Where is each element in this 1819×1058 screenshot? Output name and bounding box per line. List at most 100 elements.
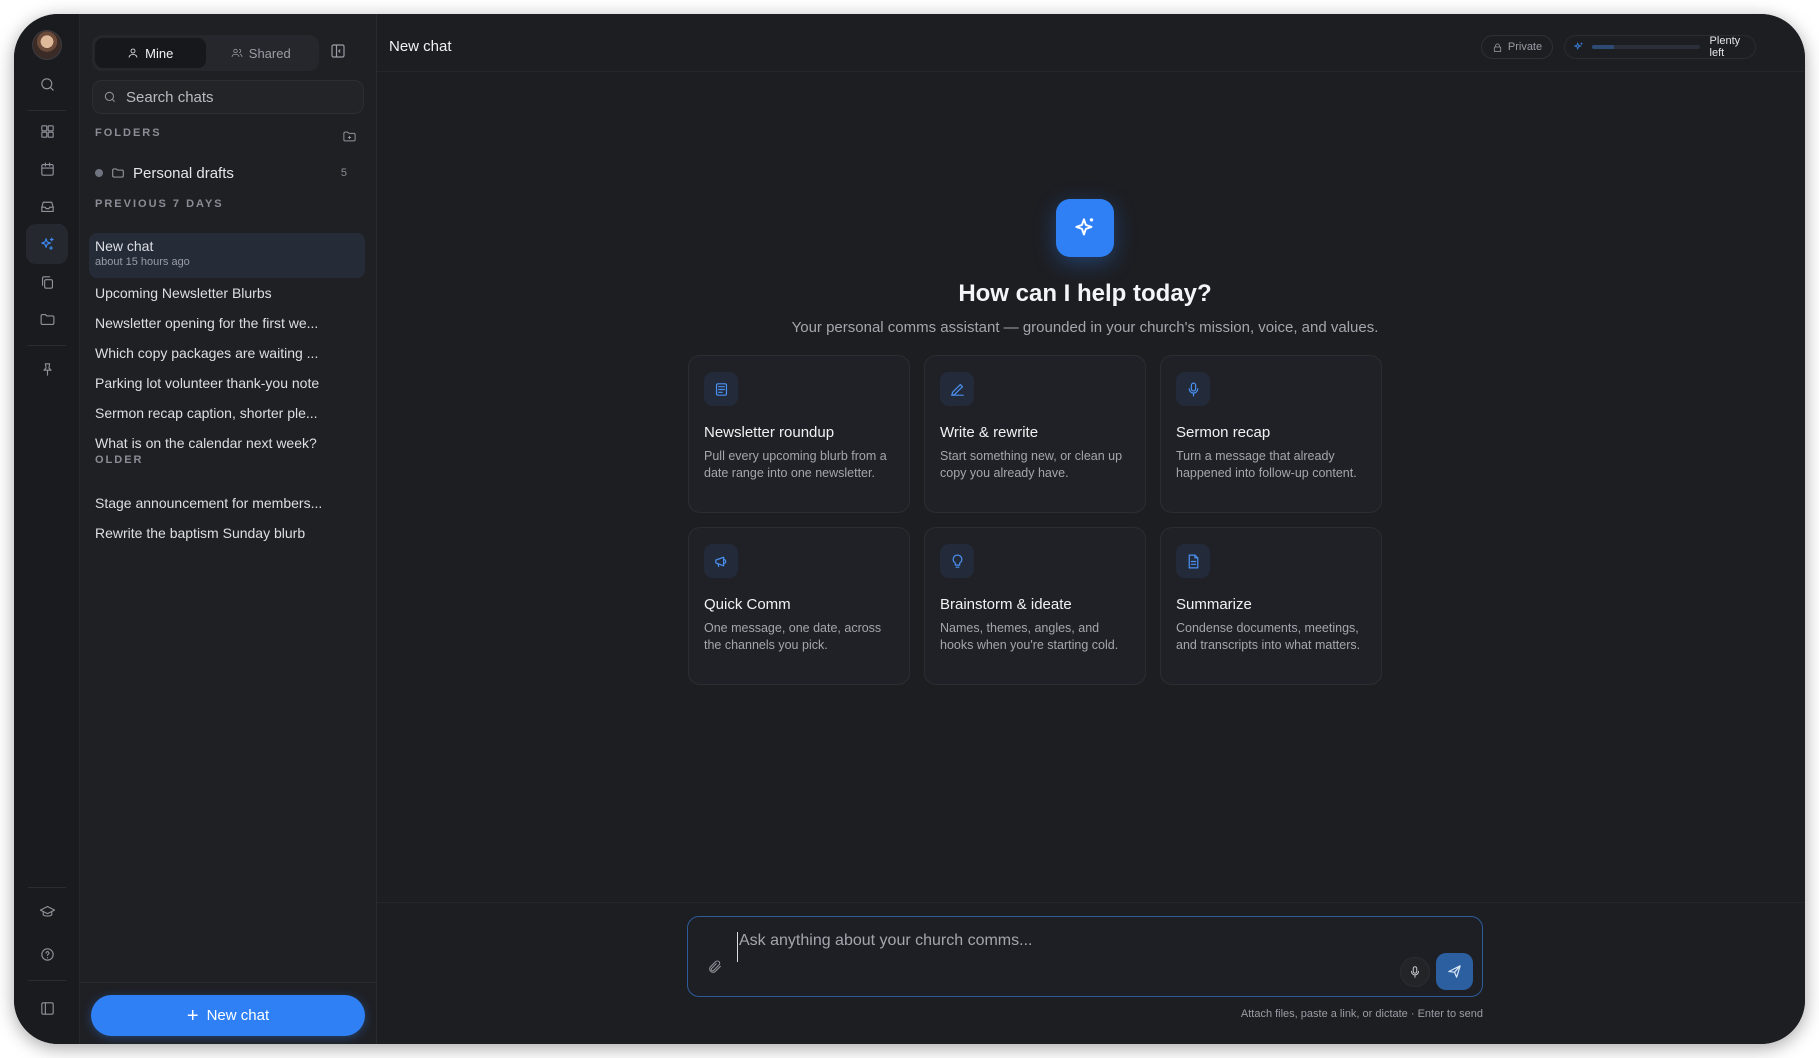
attach-button[interactable]: [707, 959, 727, 979]
tab-label: Mine: [145, 45, 174, 61]
folder-icon[interactable]: [26, 299, 68, 339]
search-chats[interactable]: [92, 80, 364, 114]
folder-count: 5: [340, 167, 347, 179]
folder-name: Personal drafts: [133, 164, 234, 182]
composer-hint: Attach files, paste a link, or dictate ·…: [1240, 1008, 1483, 1020]
lightbulb-icon: [940, 544, 974, 578]
send-button[interactable]: [1436, 953, 1473, 990]
privacy-label: Private: [1507, 41, 1543, 53]
panel-left-icon: [331, 44, 345, 58]
card-title: Sermon recap: [1176, 424, 1271, 441]
folder-plus-icon: [343, 131, 356, 142]
sparkle-icon: [1573, 42, 1583, 51]
card-description: Condense documents, meetings, and transc…: [1176, 621, 1361, 652]
pencil-icon: [940, 372, 974, 406]
send-icon: [1448, 965, 1461, 978]
chat-item[interactable]: Upcoming Newsletter Blurbs: [89, 282, 365, 304]
tab-shared[interactable]: Shared: [206, 38, 317, 68]
hero-subtitle: Your personal comms assistant — grounded…: [791, 319, 1379, 336]
chat-item[interactable]: Which copy packages are waiting ...: [89, 342, 365, 364]
sidebar-icon[interactable]: [26, 988, 68, 1028]
user-avatar[interactable]: [32, 30, 62, 60]
card-description: Pull every upcoming blurb from a date ra…: [704, 449, 887, 480]
inbox-icon[interactable]: [26, 186, 68, 226]
app-window: 12 Mine: [14, 14, 1805, 1044]
card-write-rewrite[interactable]: Write & rewrite Start something new, or …: [924, 355, 1146, 513]
card-description: Start something new, or clean up copy yo…: [940, 449, 1123, 480]
collapse-sidebar-button[interactable]: [329, 42, 351, 64]
card-title: Newsletter roundup: [704, 424, 835, 441]
top-bar: New chat Private Plenty left: [377, 14, 1805, 72]
chat-title: New chat: [95, 238, 154, 254]
new-folder-button[interactable]: [342, 129, 360, 147]
rail-divider: [28, 980, 66, 981]
plus-icon: +: [186, 1004, 199, 1027]
chat-item[interactable]: Stage announcement for members...: [89, 492, 365, 514]
card-title: Write & rewrite: [940, 424, 1039, 441]
card-description: Names, themes, angles, and hooks when yo…: [940, 621, 1119, 652]
document-icon: [1176, 544, 1210, 578]
card-brainstorm-ideate[interactable]: Brainstorm & ideate Names, themes, angle…: [924, 527, 1146, 685]
paperclip-icon: [709, 960, 721, 973]
copy-icon[interactable]: [26, 262, 68, 302]
card-quick-comm[interactable]: Quick Comm One message, one date, across…: [688, 527, 910, 685]
chat-item-active[interactable]: New chat about 15 hours ago: [89, 233, 365, 278]
card-description: One message, one date, across the channe…: [704, 621, 882, 652]
chat-item[interactable]: What is on the calendar next week?: [89, 432, 365, 454]
newspaper-icon: [704, 372, 738, 406]
card-title: Summarize: [1176, 596, 1252, 613]
chat-timestamp: about 15 hours ago: [95, 256, 190, 268]
rail-divider: [28, 887, 66, 888]
page-title: New chat: [389, 38, 452, 55]
sidebar-divider: [80, 982, 376, 983]
search-icon[interactable]: [26, 64, 68, 104]
dashboard-icon[interactable]: [26, 111, 68, 151]
tab-mine[interactable]: Mine: [95, 38, 206, 68]
composer-divider: [377, 902, 1805, 903]
folder-color-dot: [95, 169, 103, 177]
microphone-icon: [1411, 966, 1419, 978]
pin-icon[interactable]: [26, 349, 68, 389]
message-composer: [687, 916, 1483, 997]
lock-icon: [1493, 42, 1501, 52]
microphone-icon: [1176, 372, 1210, 406]
card-title: Quick Comm: [704, 596, 791, 613]
chat-item[interactable]: Rewrite the baptism Sunday blurb: [89, 522, 365, 544]
graduation-cap-icon[interactable]: [26, 891, 68, 931]
folder-item[interactable]: Personal drafts 5: [95, 161, 355, 185]
help-icon[interactable]: [26, 934, 68, 974]
chat-item[interactable]: Parking lot volunteer thank-you note: [89, 372, 365, 394]
rail-divider: [28, 345, 66, 346]
folder-icon: [112, 168, 124, 178]
users-icon: [231, 48, 243, 58]
megaphone-icon: [704, 544, 738, 578]
card-description: Turn a message that already happened int…: [1176, 449, 1357, 480]
icon-rail: 12: [14, 14, 80, 1044]
usage-meter: Plenty left: [1564, 35, 1756, 59]
card-newsletter-roundup[interactable]: Newsletter roundup Pull every upcoming b…: [688, 355, 910, 513]
card-summarize[interactable]: Summarize Condense documents, meetings, …: [1160, 527, 1382, 685]
chat-sidebar: Mine Shared FOLDERS Personal drafts 5 PR…: [80, 14, 377, 1044]
usage-bar: [1592, 45, 1700, 49]
card-sermon-recap[interactable]: Sermon recap Turn a message that already…: [1160, 355, 1382, 513]
search-icon: [104, 91, 116, 103]
assistant-sparkle-icon: [1056, 199, 1114, 257]
tab-label: Shared: [248, 45, 291, 61]
search-input[interactable]: [126, 88, 346, 106]
sparkle-icon[interactable]: [26, 224, 68, 264]
chat-item[interactable]: Newsletter opening for the first we...: [89, 312, 365, 334]
privacy-badge[interactable]: Private: [1481, 35, 1553, 59]
dictate-button[interactable]: [1400, 957, 1430, 987]
chat-main: New chat Private Plenty left How can I h…: [377, 14, 1805, 1044]
older-heading: OLDER: [95, 454, 144, 466]
message-input[interactable]: [737, 932, 1387, 962]
card-title: Brainstorm & ideate: [940, 596, 1072, 613]
new-chat-label: New chat: [206, 1007, 270, 1024]
chat-item[interactable]: Sermon recap caption, shorter ple...: [89, 402, 365, 424]
new-chat-button[interactable]: + New chat: [91, 995, 365, 1036]
usage-bar-fill: [1592, 45, 1614, 49]
folders-heading: FOLDERS: [95, 127, 162, 139]
user-icon: [128, 48, 138, 58]
calendar-icon[interactable]: [26, 149, 68, 189]
hero-title: How can I help today?: [958, 280, 1212, 307]
